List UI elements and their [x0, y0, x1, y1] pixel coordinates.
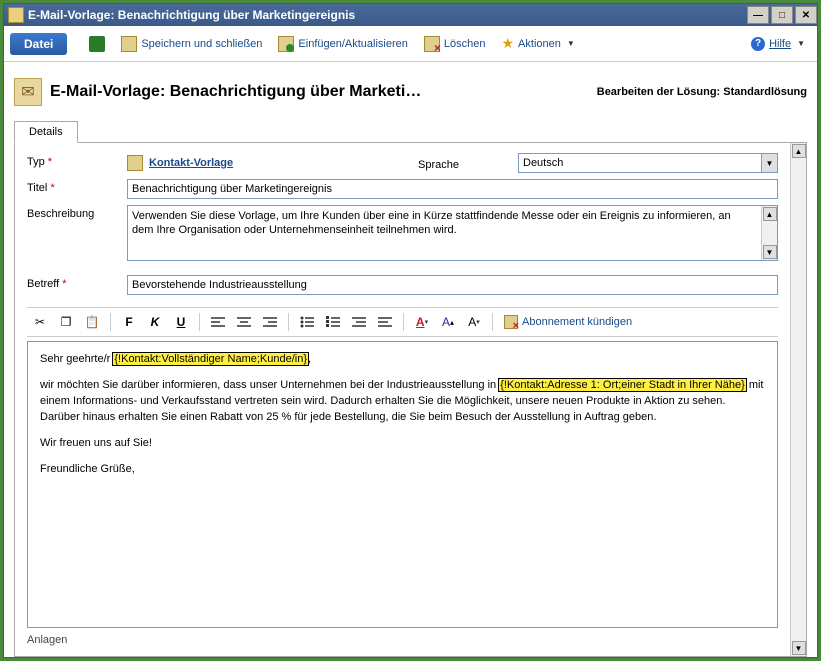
desc-textarea[interactable]: Verwenden Sie diese Vorlage, um Ihre Kun…: [127, 205, 778, 261]
title-input[interactable]: [127, 179, 778, 199]
scroll-up-icon[interactable]: ▲: [792, 144, 806, 158]
window-title: E-Mail-Vorlage: Benachrichtigung über Ma…: [28, 8, 355, 22]
desc-scrollbar[interactable]: ▲ ▼: [761, 206, 777, 260]
align-left-button[interactable]: [207, 312, 229, 332]
header: E-Mail-Vorlage: Benachrichtigung über Ma…: [14, 78, 807, 106]
greeting-line: Sehr geehrte/r {!Kontakt:Vollständiger N…: [40, 352, 765, 368]
help-icon: ?: [751, 37, 765, 51]
close-button[interactable]: ✕: [795, 6, 817, 24]
type-label: Typ *: [27, 153, 127, 168]
italic-button[interactable]: K: [144, 312, 166, 332]
window: E-Mail-Vorlage: Benachrichtigung über Ma…: [3, 3, 818, 658]
paste-icon: 📋: [85, 315, 100, 329]
mail-template-icon: [14, 78, 42, 106]
panel-scrollbar[interactable]: ▲ ▼: [790, 143, 806, 656]
paste-button[interactable]: 📋: [81, 312, 103, 332]
titlebar: E-Mail-Vorlage: Benachrichtigung über Ma…: [4, 4, 817, 26]
copy-button[interactable]: ❐: [55, 312, 77, 332]
insert-icon: [278, 36, 294, 52]
page-title: E-Mail-Vorlage: Benachrichtigung über Ma…: [50, 83, 421, 101]
minimize-button[interactable]: —: [747, 6, 769, 24]
scroll-up-icon[interactable]: ▲: [763, 207, 777, 221]
align-left-icon: [211, 316, 225, 328]
font-increase-button[interactable]: A▴: [437, 312, 459, 332]
delete-icon: [424, 36, 440, 52]
edit-solution-label: Bearbeiten der Lösung: Standardlösung: [597, 86, 807, 98]
subject-label: Betreff *: [27, 275, 127, 290]
align-right-icon: [263, 316, 277, 328]
maximize-button[interactable]: □: [771, 6, 793, 24]
bullet-list-icon: [300, 316, 314, 328]
delete-button[interactable]: Löschen: [418, 33, 492, 55]
subject-input[interactable]: [127, 275, 778, 295]
desc-label: Beschreibung: [27, 205, 127, 220]
font-decrease-button[interactable]: A▾: [463, 312, 485, 332]
number-list-button[interactable]: [322, 312, 344, 332]
template-icon: [8, 7, 24, 23]
placeholder-name[interactable]: {!Kontakt:Vollständiger Name;Kunde/in}: [113, 353, 308, 365]
save-icon: [121, 36, 137, 52]
scissors-icon: ✂: [35, 315, 45, 329]
cut-button[interactable]: ✂: [29, 312, 51, 332]
file-menu[interactable]: Datei: [10, 33, 67, 55]
refresh-button[interactable]: [83, 33, 111, 55]
placeholder-city[interactable]: {!Kontakt:Adresse 1: Ort;einer Stadt in …: [499, 379, 746, 391]
bullet-list-button[interactable]: [296, 312, 318, 332]
lang-select[interactable]: Deutsch▼: [518, 153, 778, 173]
attachments-label: Anlagen: [27, 628, 778, 646]
save-close-button[interactable]: Speichern und schließen: [115, 33, 268, 55]
star-icon: ★: [501, 35, 514, 52]
body-signature: Freundliche Grüße,: [40, 462, 765, 478]
unsubscribe-icon: [504, 315, 518, 329]
type-link[interactable]: Kontakt-Vorlage: [149, 157, 233, 169]
outdent-button[interactable]: [348, 312, 370, 332]
font-color-button[interactable]: A▾: [411, 312, 433, 332]
details-panel: Typ * Kontakt-Vorlage Sprache Deutsch▼ T…: [14, 143, 807, 657]
chevron-down-icon: ▼: [761, 154, 777, 172]
body-paragraph-2: Wir freuen uns auf Sie!: [40, 436, 765, 452]
align-center-icon: [237, 316, 251, 328]
bold-button[interactable]: F: [118, 312, 140, 332]
scroll-down-icon[interactable]: ▼: [763, 245, 777, 259]
tabs: Details: [14, 120, 807, 143]
title-label: Titel *: [27, 179, 127, 194]
contact-template-icon: [127, 155, 143, 171]
form: Typ * Kontakt-Vorlage Sprache Deutsch▼ T…: [15, 143, 790, 656]
number-list-icon: [326, 316, 340, 328]
editor-toolbar: ✂ ❐ 📋 F K U A▾: [27, 307, 778, 337]
actions-menu[interactable]: ★Aktionen▼: [495, 32, 580, 55]
body-paragraph-1: wir möchten Sie darüber informieren, das…: [40, 378, 765, 426]
toolbar: Datei Speichern und schließen Einfügen/A…: [4, 26, 817, 62]
insert-update-button[interactable]: Einfügen/Aktualisieren: [272, 33, 413, 55]
align-right-button[interactable]: [259, 312, 281, 332]
refresh-icon: [89, 36, 105, 52]
content: E-Mail-Vorlage: Benachrichtigung über Ma…: [4, 62, 817, 657]
underline-button[interactable]: U: [170, 312, 192, 332]
body-editor[interactable]: Sehr geehrte/r {!Kontakt:Vollständiger N…: [27, 341, 778, 628]
lang-label: Sprache: [418, 156, 518, 171]
outdent-icon: [352, 316, 366, 328]
align-center-button[interactable]: [233, 312, 255, 332]
indent-icon: [378, 316, 392, 328]
indent-button[interactable]: [374, 312, 396, 332]
copy-icon: ❐: [61, 315, 72, 329]
unsubscribe-button[interactable]: Abonnement kündigen: [500, 313, 636, 331]
tab-details[interactable]: Details: [14, 121, 78, 143]
scroll-down-icon[interactable]: ▼: [792, 641, 806, 655]
help-menu[interactable]: ?Hilfe▼: [745, 34, 811, 54]
